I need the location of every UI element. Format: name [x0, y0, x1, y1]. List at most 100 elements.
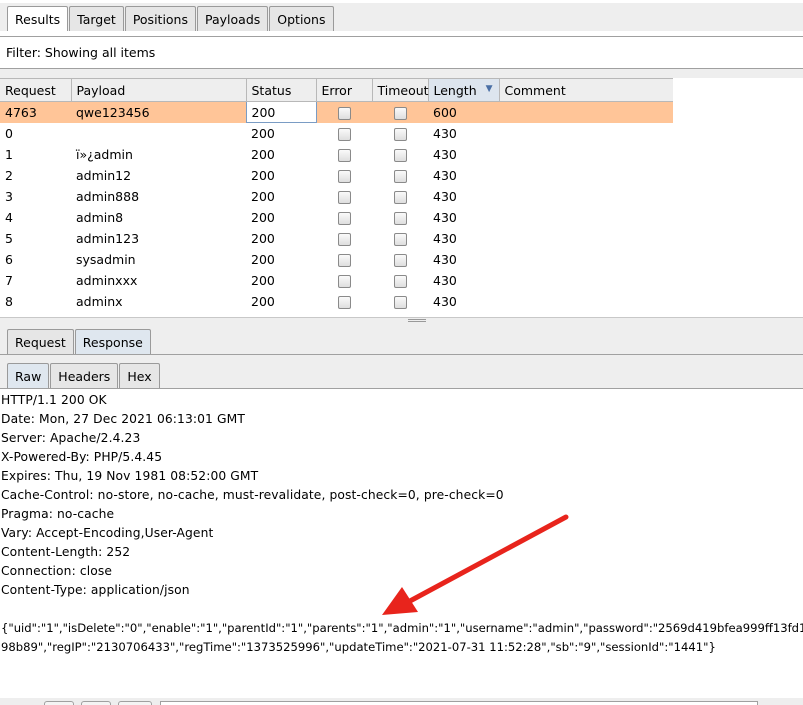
tab-hex[interactable]: Hex: [119, 363, 160, 388]
response-body-line-1: {"uid":"1","isDelete":"0","enable":"1","…: [1, 621, 803, 635]
cell-error: [316, 207, 372, 228]
cell-request: 4763: [0, 101, 71, 123]
cell-error: [316, 123, 372, 144]
cell-comment: [499, 144, 673, 165]
error-checkbox[interactable]: [337, 127, 351, 141]
response-header-vary: Vary: Accept-Encoding,User-Agent: [1, 526, 214, 540]
cell-timeout: [372, 249, 428, 270]
column-header-payload[interactable]: Payload: [71, 78, 247, 102]
timeout-checkbox[interactable]: [393, 211, 407, 225]
table-header-row: Request Payload Status Error Timeout Len…: [0, 78, 674, 102]
cell-payload: admin12: [76, 167, 132, 183]
response-header-connection: Connection: close: [1, 564, 113, 578]
cell-request: 8: [5, 293, 13, 309]
splitter-grip-icon[interactable]: [408, 319, 426, 322]
cell-request: 6: [5, 251, 13, 267]
column-header-comment[interactable]: Comment: [499, 78, 674, 102]
response-header-powered-by: X-Powered-By: PHP/5.4.45: [1, 450, 163, 464]
raw-response-text[interactable]: HTTP/1.1 200 OK Date: Mon, 27 Dec 2021 0…: [0, 388, 803, 705]
cell-length: 430: [433, 272, 457, 288]
cell-request: 7: [5, 272, 13, 288]
next-button[interactable]: [118, 701, 152, 705]
cell-payload: admin888: [76, 188, 140, 204]
table-row[interactable]: 7 adminxxx 200 430: [0, 270, 673, 291]
previous-button[interactable]: [81, 701, 111, 705]
column-header-length-label: Length: [433, 82, 477, 98]
cell-payload: adminx: [76, 293, 123, 309]
tab-target[interactable]: Target: [69, 6, 124, 31]
timeout-checkbox[interactable]: [393, 148, 407, 162]
cell-timeout: [372, 228, 428, 249]
error-checkbox[interactable]: [337, 106, 351, 120]
filter-bar[interactable]: Filter: Showing all items: [0, 36, 803, 69]
cell-request: 5: [5, 230, 13, 246]
cell-payload: sysadmin: [76, 251, 136, 267]
table-row[interactable]: 4763 qwe123456 200 600: [0, 101, 673, 123]
tab-headers[interactable]: Headers: [50, 363, 119, 388]
table-row[interactable]: 2 admin12 200 430: [0, 165, 673, 186]
column-header-status[interactable]: Status: [246, 78, 317, 102]
timeout-checkbox[interactable]: [393, 169, 407, 183]
cell-status: 200: [245, 101, 317, 123]
table-row[interactable]: 0 200 430: [0, 123, 673, 144]
help-button[interactable]: [44, 701, 74, 705]
column-header-request[interactable]: Request: [0, 78, 72, 102]
table-row[interactable]: 8 adminx 200 430: [0, 291, 673, 312]
column-header-error[interactable]: Error: [316, 78, 373, 102]
tab-payloads[interactable]: Payloads: [197, 6, 269, 31]
cell-payload: admin123: [76, 230, 140, 246]
timeout-checkbox[interactable]: [393, 295, 407, 309]
cell-timeout: [372, 144, 428, 165]
cell-length: 430: [433, 293, 457, 309]
cell-timeout: [372, 270, 428, 291]
error-checkbox[interactable]: [337, 169, 351, 183]
timeout-checkbox[interactable]: [393, 232, 407, 246]
results-table: Request Payload Status Error Timeout Len…: [0, 78, 803, 317]
timeout-checkbox[interactable]: [393, 274, 407, 288]
cell-status: 200: [251, 209, 275, 225]
timeout-checkbox[interactable]: [393, 106, 407, 120]
sort-descending-icon: ▼: [485, 84, 493, 94]
tab-positions[interactable]: Positions: [124, 6, 196, 31]
tab-results[interactable]: Results: [7, 6, 69, 31]
timeout-checkbox[interactable]: [393, 190, 407, 204]
response-header-date: Date: Mon, 27 Dec 2021 06:13:01 GMT: [1, 412, 245, 426]
tab-raw[interactable]: Raw: [7, 363, 50, 388]
column-header-length[interactable]: Length ▼: [428, 78, 500, 102]
cell-length: 430: [433, 167, 457, 183]
response-header-server: Server: Apache/2.4.23: [1, 431, 141, 445]
tab-options[interactable]: Options: [269, 6, 334, 31]
cell-request: 3: [5, 188, 13, 204]
table-row[interactable]: 4 admin8 200 430: [0, 207, 673, 228]
error-checkbox[interactable]: [337, 253, 351, 267]
timeout-checkbox[interactable]: [393, 253, 407, 267]
error-checkbox[interactable]: [337, 295, 351, 309]
top-tab-bar: Results Target Positions Payloads Option…: [0, 3, 803, 31]
cell-request: 2: [5, 167, 13, 183]
error-checkbox[interactable]: [337, 148, 351, 162]
tab-request[interactable]: Request: [7, 329, 74, 354]
cell-error: [316, 101, 372, 123]
table-row[interactable]: 5 admin123 200 430: [0, 228, 673, 249]
cell-payload: [71, 123, 246, 144]
panel-gap: [0, 69, 803, 78]
search-input[interactable]: [160, 701, 758, 705]
table-row[interactable]: 1 ï»¿admin 200 430: [0, 144, 673, 165]
cell-length: 430: [433, 251, 457, 267]
error-checkbox[interactable]: [337, 274, 351, 288]
error-checkbox[interactable]: [337, 211, 351, 225]
cell-request: 0: [5, 125, 13, 141]
cell-timeout: [372, 186, 428, 207]
tab-response[interactable]: Response: [74, 329, 151, 354]
table-row[interactable]: 3 admin888 200 430: [0, 186, 673, 207]
timeout-checkbox[interactable]: [393, 127, 407, 141]
cell-payload: adminxxx: [76, 272, 138, 288]
column-header-timeout[interactable]: Timeout: [372, 78, 429, 102]
table-row[interactable]: 6 sysadmin 200 430: [0, 249, 673, 270]
pane-splitter[interactable]: [0, 317, 803, 324]
response-header-expires: Expires: Thu, 19 Nov 1981 08:52:00 GMT: [1, 469, 259, 483]
error-checkbox[interactable]: [337, 232, 351, 246]
error-checkbox[interactable]: [337, 190, 351, 204]
cell-comment: [499, 165, 673, 186]
cell-comment: [499, 249, 673, 270]
